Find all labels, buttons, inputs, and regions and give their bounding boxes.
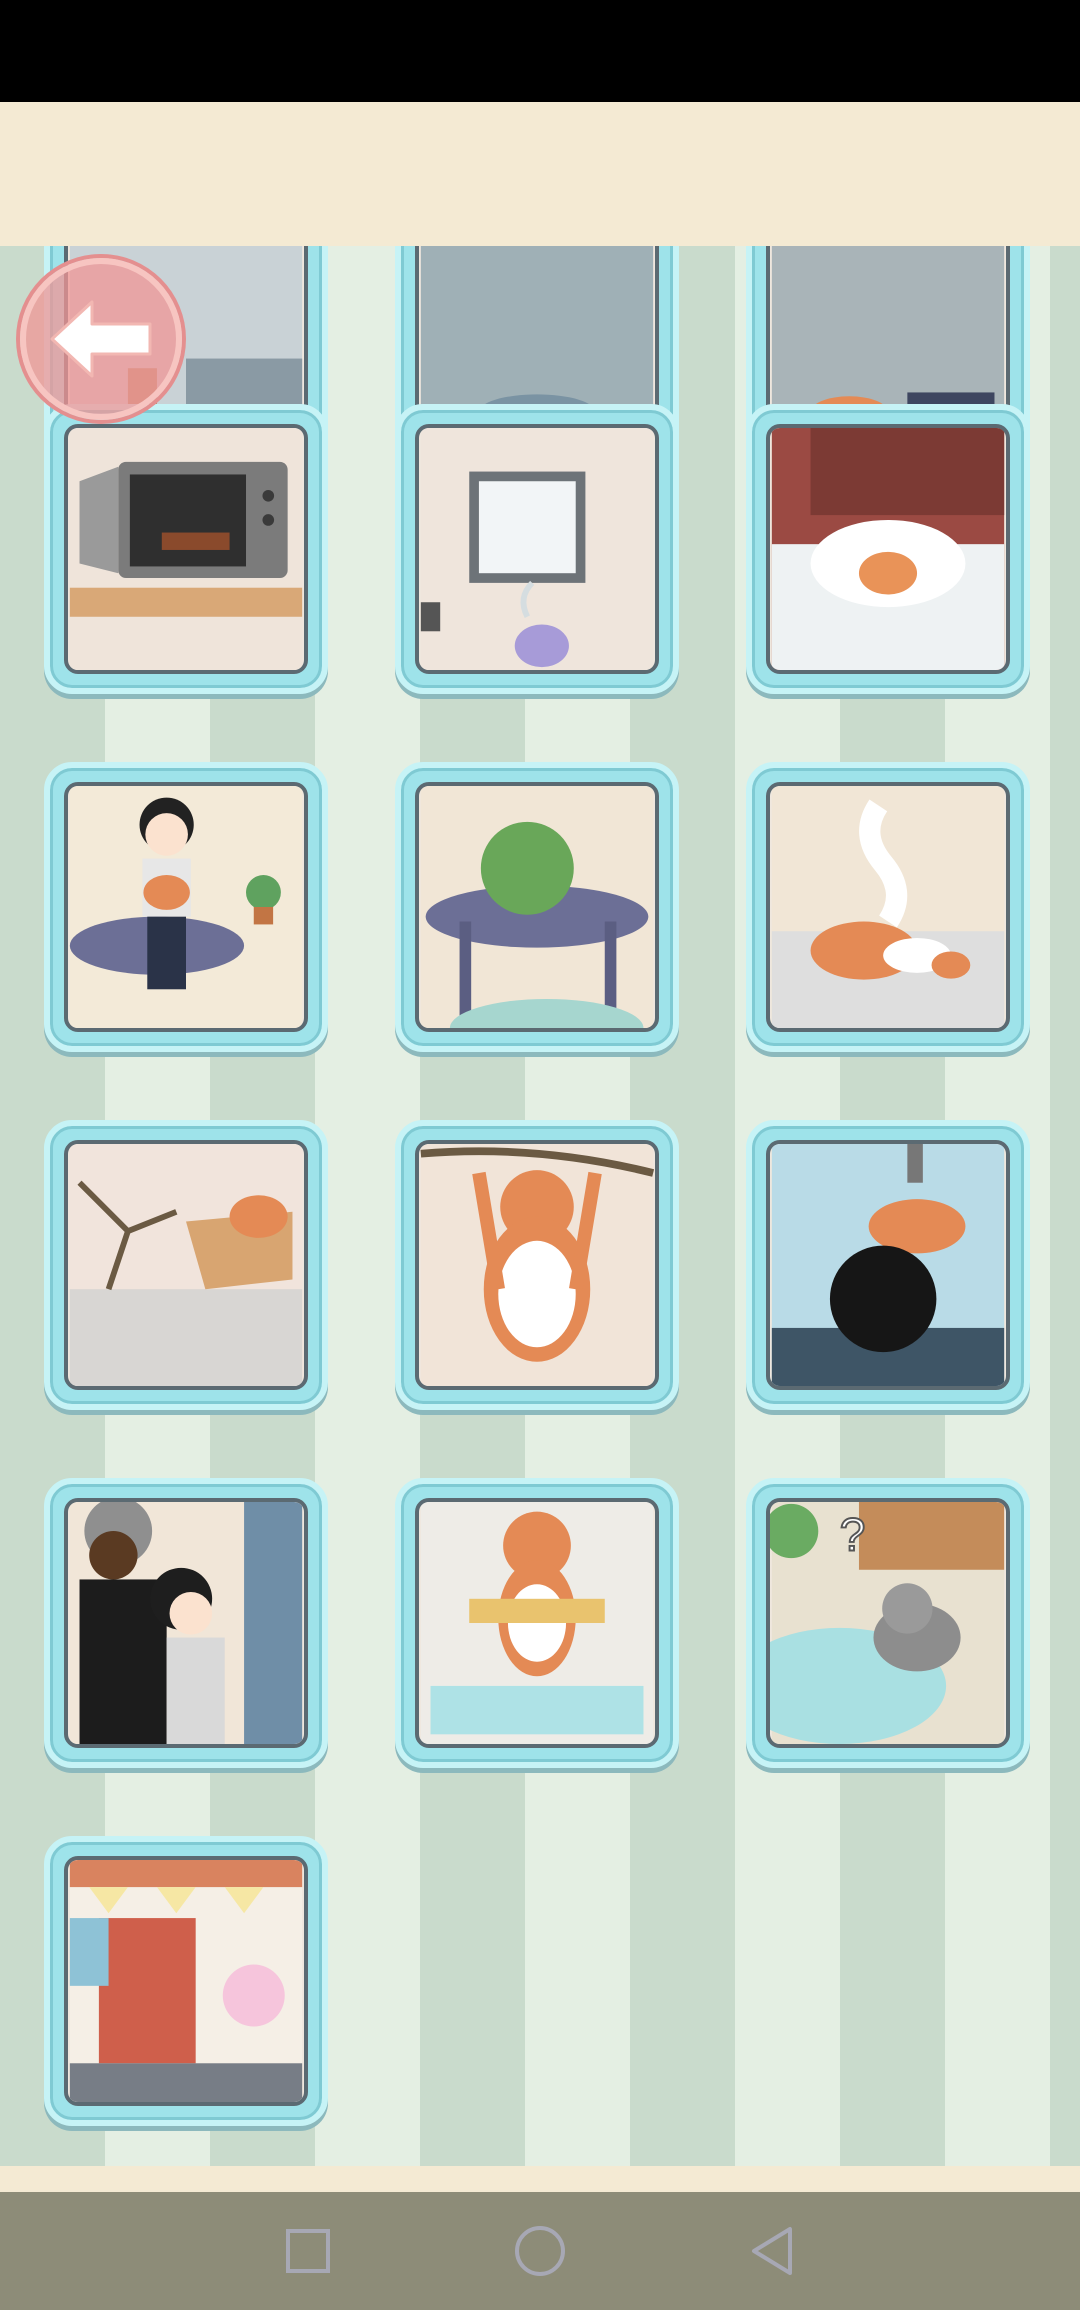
level-thumbnail (415, 1498, 659, 1748)
level-card[interactable] (44, 1478, 328, 1768)
level-thumbnail (64, 1498, 308, 1748)
back-nav-button[interactable] (742, 2221, 802, 2281)
level-thumbnail (415, 1140, 659, 1390)
circle-icon (515, 2226, 565, 2276)
status-bar (0, 0, 1080, 102)
level-thumbnail (64, 782, 308, 1032)
level-card[interactable] (395, 1120, 679, 1410)
level-card[interactable]: ? (746, 1478, 1030, 1768)
level-thumbnail (64, 1140, 308, 1390)
level-card[interactable] (44, 1120, 328, 1410)
level-thumbnail (415, 424, 659, 674)
triangle-back-icon (752, 2227, 792, 2275)
level-card[interactable] (395, 404, 679, 694)
square-icon (286, 2229, 330, 2273)
level-card[interactable] (44, 404, 328, 694)
level-thumbnail (64, 1856, 308, 2106)
home-button[interactable] (510, 2221, 570, 2281)
svg-text:?: ? (840, 1508, 866, 1560)
level-thumbnail: ? (766, 1498, 1010, 1748)
level-card[interactable] (746, 404, 1030, 694)
header-bar (0, 102, 1080, 246)
level-card[interactable] (746, 1120, 1030, 1410)
level-grid: ? (0, 246, 1080, 2166)
level-thumbnail (64, 424, 308, 674)
level-thumbnail (766, 1140, 1010, 1390)
level-thumbnail (766, 424, 1010, 674)
back-button[interactable] (20, 258, 182, 420)
footer-strip (0, 2166, 1080, 2192)
level-thumbnail (766, 782, 1010, 1032)
level-card[interactable] (44, 762, 328, 1052)
arrow-left-icon (50, 300, 152, 378)
level-card[interactable] (395, 762, 679, 1052)
level-card[interactable] (395, 1478, 679, 1768)
level-card[interactable] (44, 1836, 328, 2126)
recent-apps-button[interactable] (278, 2221, 338, 2281)
level-thumbnail (415, 782, 659, 1032)
level-card[interactable] (746, 762, 1030, 1052)
